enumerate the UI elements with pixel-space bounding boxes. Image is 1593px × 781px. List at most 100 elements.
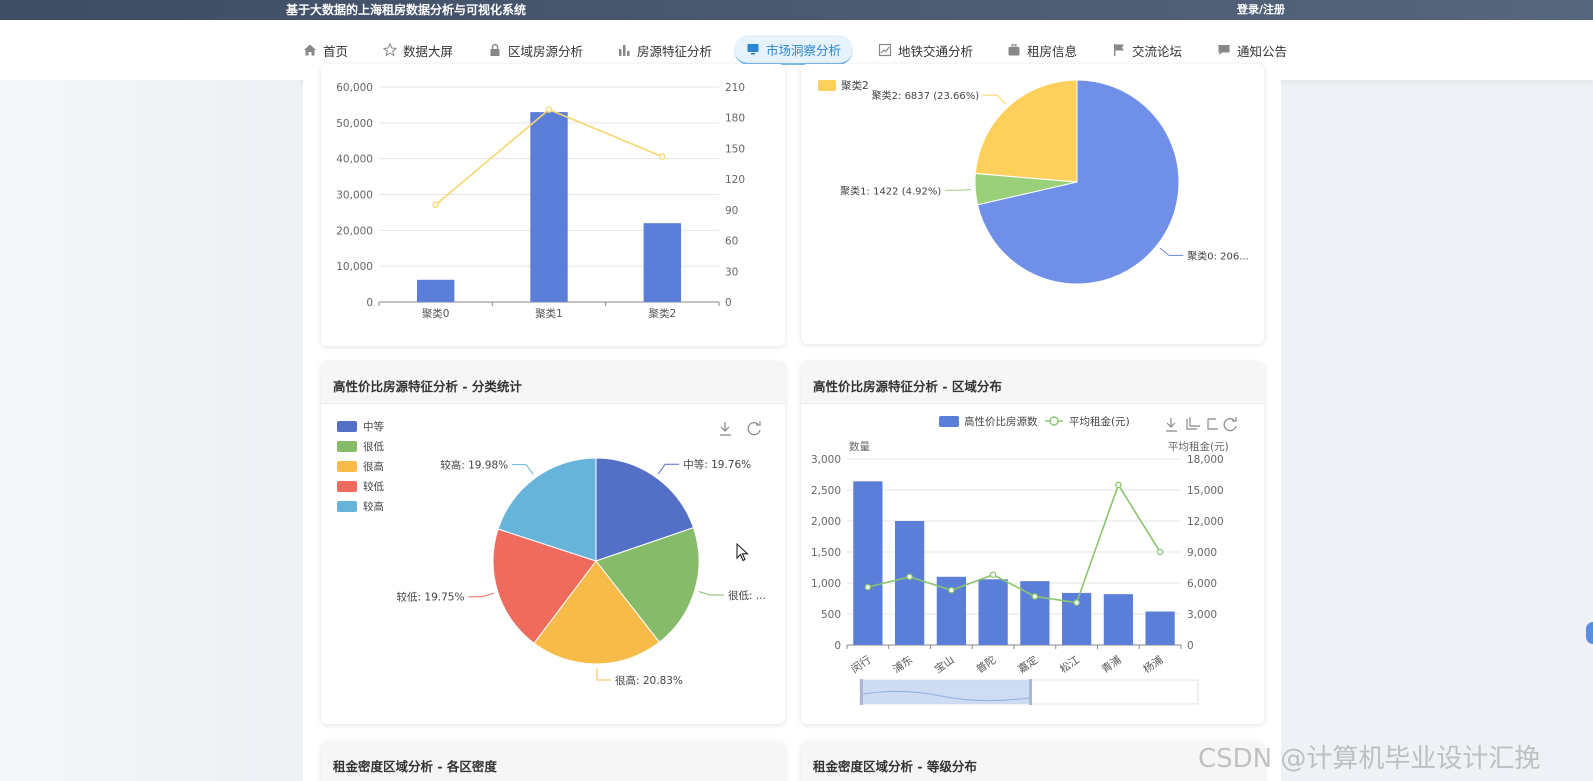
nav-item-label: 市场洞察分析 xyxy=(766,42,842,58)
x-tick-label: 宝山 xyxy=(932,653,957,676)
app-title: 基于大数据的上海租房数据分析与可视化系统 xyxy=(286,3,527,17)
y-left-tick-label: 0 xyxy=(366,297,373,309)
line-point xyxy=(906,573,913,581)
zoom-icon xyxy=(1186,417,1200,430)
nav-item-label: 房源特征分析 xyxy=(637,43,713,59)
pie-slice-label: 中等: 19.76% xyxy=(683,458,751,471)
y-right-tick-label: 9,000 xyxy=(1187,547,1217,559)
x-tick-label: 杨浦 xyxy=(1141,653,1166,676)
line-point xyxy=(948,586,955,594)
pie-label-line xyxy=(983,94,1006,105)
legend-swatch xyxy=(337,441,357,452)
side-float-button[interactable] xyxy=(1586,622,1593,644)
nav-item-market-insight[interactable]: 市场洞察分析 xyxy=(734,35,854,65)
cluster-bar-chart: 0 10,000 20,000 30,000 40,000 50,000 60,000 0 30… xyxy=(336,82,745,320)
nav-item-label: 通知公告 xyxy=(1237,43,1288,59)
y-left-tick-label: 30,000 xyxy=(336,190,373,202)
y-left-tick-label: 20,000 xyxy=(336,225,373,237)
cluster-pie-chart: 聚类2 聚类0: 206... 聚类1: 1422 (4.92%) 聚类2: 6837… xyxy=(818,79,1249,285)
y-right-axis-name: 平均租金(元) xyxy=(1168,440,1229,453)
card-title: 租金密度区域分析 - 各区密度 xyxy=(321,742,785,781)
legend-label: 聚类2 xyxy=(841,79,869,92)
nav-item-rental-info[interactable]: 租房信息 xyxy=(1007,35,1077,65)
y-left-tick-label: 500 xyxy=(821,609,841,621)
category-pie-card: 高性价比房源特征分析 - 分类统计 中等 很低 很高 较低 较高 中等: 19.76% 很低… xyxy=(321,362,785,724)
nav-item-district-analysis[interactable]: 区域房源分析 xyxy=(488,35,583,65)
zoom-reset-icon xyxy=(1207,418,1218,430)
pie-slice-label: 很高: 20.83% xyxy=(615,674,683,687)
x-tick-label: 普陀 xyxy=(974,653,999,676)
card-title: 高性价比房源特征分析 - 分类统计 xyxy=(321,362,785,404)
refresh-icon xyxy=(1223,417,1237,432)
star-icon xyxy=(383,43,397,57)
nav-item-home[interactable]: 首页 xyxy=(303,35,348,65)
legend-label: 平均租金(元) xyxy=(1069,415,1130,428)
density-district-card: 租金密度区域分析 - 各区密度 xyxy=(321,742,785,781)
legend-label: 高性价比房源数 xyxy=(964,415,1038,428)
y-right-tick-label: 150 xyxy=(725,143,745,155)
download-icon xyxy=(1166,418,1177,432)
nav-item-feature-analysis[interactable]: 房源特征分析 xyxy=(617,35,712,65)
bar xyxy=(1145,611,1175,645)
monitor-icon xyxy=(747,44,759,55)
download-icon xyxy=(720,422,731,436)
legend-label: 较高 xyxy=(363,500,384,513)
y-left-tick-label: 50,000 xyxy=(336,118,373,130)
y-right-tick-label: 15,000 xyxy=(1187,485,1224,497)
nav-item-forum[interactable]: 交流论坛 xyxy=(1112,35,1182,65)
district-card: 高性价比房源特征分析 - 区域分布 高性价比房源数 平均租金(元) 数量 平均租金(元… xyxy=(801,362,1264,724)
lock-icon xyxy=(490,43,500,56)
bar xyxy=(853,481,883,645)
y-right-tick-label: 90 xyxy=(725,205,738,217)
x-tick-label: 浦东 xyxy=(890,653,915,676)
watermark: CSDN @计算机毕业设计汇挽 xyxy=(1198,744,1541,774)
datazoom-handle xyxy=(860,679,863,705)
y-left-tick-label: 2,000 xyxy=(811,516,841,528)
flag-icon xyxy=(1114,44,1124,56)
nav-item-metro-analysis[interactable]: 地铁交通分析 xyxy=(878,35,973,65)
trend-icon xyxy=(878,43,892,57)
nav-item-label: 租房信息 xyxy=(1027,43,1078,59)
y-right-tick-label: 120 xyxy=(725,174,745,186)
y-left-axis-name: 数量 xyxy=(849,440,870,453)
y-left-tick-label: 60,000 xyxy=(336,82,373,94)
line-point xyxy=(545,106,553,113)
x-tick-label: 聚类0 xyxy=(422,307,450,320)
line-point xyxy=(1073,599,1080,606)
x-tick-label: 青浦 xyxy=(1099,653,1124,676)
app-header: 基于大数据的上海租房数据分析与可视化系统 登录/注册 xyxy=(0,0,1593,20)
bar xyxy=(1103,594,1133,645)
y-right-tick-label: 3,000 xyxy=(1187,609,1217,621)
y-right-tick-label: 30 xyxy=(725,266,738,278)
bar xyxy=(530,112,568,302)
legend-swatch xyxy=(337,501,357,512)
pie-label-line xyxy=(698,591,725,596)
y-left-tick-label: 3,000 xyxy=(811,454,841,466)
login-register-link[interactable]: 登录/注册 xyxy=(1237,1,1285,17)
mouse-cursor-icon xyxy=(736,543,749,562)
cluster-pie-card: 聚类2 聚类0: 206... 聚类1: 1422 (4.92%) 聚类2: 6837… xyxy=(801,64,1264,344)
density-level-card: 租金密度区域分析 - 等级分布 xyxy=(801,742,1264,781)
legend-label: 很低 xyxy=(363,440,384,453)
line-point xyxy=(864,583,872,591)
nav-item-label: 首页 xyxy=(323,43,349,59)
legend-label: 较低 xyxy=(363,480,384,493)
y-left-tick-label: 40,000 xyxy=(336,154,373,166)
legend-swatch xyxy=(818,80,836,91)
bar xyxy=(895,521,925,645)
y-left-tick-label: 0 xyxy=(834,640,841,652)
pie-slice-label: 较高: 19.98% xyxy=(440,459,508,472)
pie-label-line xyxy=(945,188,972,191)
y-right-tick-label: 0 xyxy=(1187,640,1194,652)
datazoom-handle xyxy=(1029,679,1032,705)
line-point xyxy=(1115,481,1122,489)
nav-item-notice[interactable]: 通知公告 xyxy=(1217,35,1287,65)
bar xyxy=(643,223,682,302)
y-right-tick-label: 6,000 xyxy=(1187,578,1217,590)
line-point xyxy=(432,201,439,208)
refresh-icon xyxy=(747,421,761,436)
legend-marker xyxy=(1049,416,1059,426)
card-title: 高性价比房源特征分析 - 区域分布 xyxy=(801,362,1264,404)
nav-item-dashboard[interactable]: 数据大屏 xyxy=(383,35,453,65)
y-right-tick-label: 18,000 xyxy=(1187,454,1224,466)
